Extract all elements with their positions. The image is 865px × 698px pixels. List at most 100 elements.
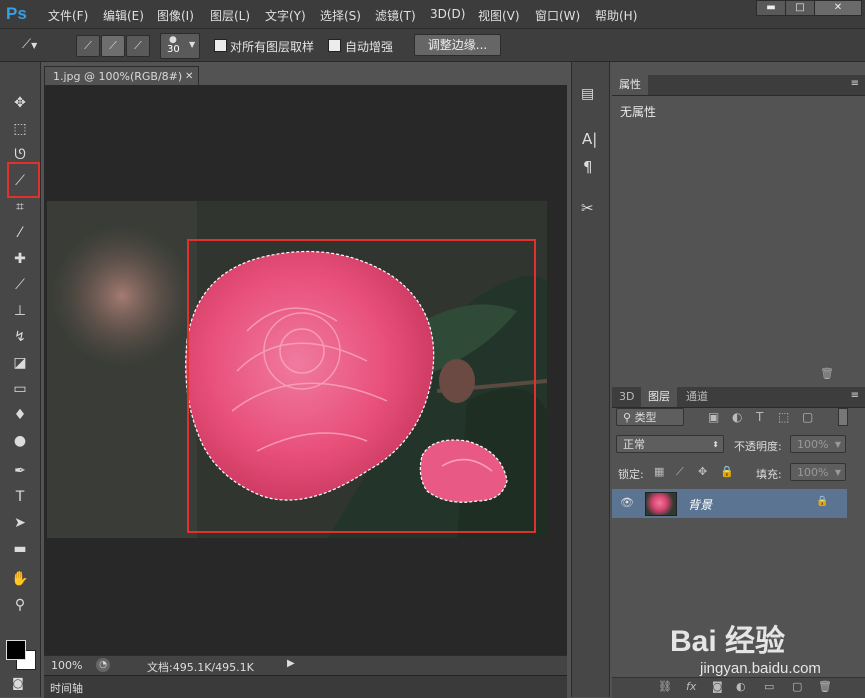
- layer-row-background[interactable]: 👁 背景 🔒: [612, 489, 847, 518]
- gradient-tool-icon[interactable]: ▭: [8, 378, 32, 400]
- paragraph-panel-icon[interactable]: ¶: [583, 158, 601, 178]
- path-selection-tool-icon[interactable]: ➤: [8, 512, 32, 534]
- filter-shape-icon[interactable]: ⬚: [778, 410, 789, 424]
- lock-position-icon[interactable]: ✥: [698, 465, 707, 478]
- close-button[interactable]: ✕: [814, 0, 862, 16]
- menu-image[interactable]: 图像(I): [157, 7, 194, 24]
- eraser-tool-icon[interactable]: ◪: [8, 352, 32, 374]
- tool-preset-picker[interactable]: ⟋▼: [22, 35, 54, 55]
- eye-visibility-icon[interactable]: 👁: [620, 496, 634, 509]
- history-panel-icon[interactable]: ▤: [581, 86, 599, 106]
- brush-tool-icon[interactable]: ⟋: [8, 274, 32, 296]
- lock-transparent-icon[interactable]: ▦: [654, 465, 664, 478]
- panel-dock-strip: ▤ A| ¶ ✂: [571, 62, 610, 697]
- watermark-url: jingyan.baidu.com: [700, 660, 821, 677]
- panel-menu-icon[interactable]: ≡: [851, 390, 859, 401]
- info-icon[interactable]: ◔: [96, 658, 110, 672]
- lock-all-icon[interactable]: 🔒: [720, 465, 734, 478]
- refine-edge-button[interactable]: 调整边缘...: [414, 34, 501, 56]
- menu-file[interactable]: 文件(F): [48, 7, 88, 24]
- foreground-color-swatch[interactable]: [6, 640, 26, 660]
- blur-tool-icon[interactable]: ♦: [8, 404, 32, 426]
- panel-menu-icon[interactable]: ≡: [851, 78, 859, 89]
- menu-filter[interactable]: 滤镜(T): [375, 7, 416, 24]
- dodge-tool-icon[interactable]: ●: [8, 430, 32, 452]
- close-tab-icon[interactable]: ✕: [185, 67, 193, 86]
- auto-enhance-checkbox[interactable]: [328, 39, 341, 52]
- brush-new-icon: ⟋: [84, 39, 92, 52]
- chevron-down-icon: ▼: [834, 468, 841, 477]
- opacity-label: 不透明度:: [734, 440, 782, 453]
- properties-panel: 属性 ≡ 无属性 🗑: [612, 75, 865, 385]
- chevron-icon: ⬍: [712, 440, 719, 449]
- subtract-selection-button[interactable]: ⟋: [126, 35, 150, 57]
- watermark-brand: Bai 经验: [670, 625, 786, 658]
- blend-mode-select[interactable]: 正常 ⬍: [616, 435, 724, 453]
- tab-channels[interactable]: 通道: [679, 387, 715, 407]
- layer-filter-select[interactable]: ⚲ 类型: [616, 408, 684, 426]
- layer-name[interactable]: 背景: [688, 496, 712, 513]
- character-panel-icon[interactable]: A|: [582, 130, 600, 150]
- maximize-button[interactable]: □: [785, 0, 815, 16]
- chevron-down-icon: ▼: [189, 40, 196, 49]
- new-selection-button[interactable]: ⟋: [76, 35, 100, 57]
- sample-all-layers-label: 对所有图层取样: [230, 40, 315, 54]
- baidu-watermark: Bai 经验 jingyan.baidu.com: [640, 600, 860, 690]
- filter-smart-object-icon[interactable]: ▢: [802, 410, 813, 424]
- trash-icon[interactable]: 🗑: [820, 367, 834, 380]
- menu-view[interactable]: 视图(V): [478, 7, 520, 24]
- filter-type-icon[interactable]: T: [756, 410, 763, 424]
- menu-help[interactable]: 帮助(H): [595, 7, 637, 24]
- filter-adjustment-icon[interactable]: ◐: [732, 410, 742, 424]
- layer-lock-icon: 🔒: [816, 496, 829, 507]
- fill-field[interactable]: 100% ▼: [790, 463, 846, 481]
- menu-type[interactable]: 文字(Y): [265, 7, 306, 24]
- brush-size-value: 30: [167, 44, 180, 55]
- menu-edit[interactable]: 编辑(E): [103, 7, 144, 24]
- document-tab[interactable]: 1.jpg @ 100%(RGB/8#) ✕: [44, 66, 199, 85]
- marquee-tool-icon[interactable]: ⬚: [8, 118, 32, 140]
- tab-3d[interactable]: 3D: [612, 387, 641, 407]
- menu-select[interactable]: 选择(S): [320, 7, 361, 24]
- history-brush-tool-icon[interactable]: ↯: [8, 326, 32, 348]
- rectangle-tool-icon[interactable]: ▬: [8, 538, 32, 560]
- layer-thumbnail: [645, 492, 677, 516]
- sample-all-layers-checkbox[interactable]: [214, 39, 227, 52]
- selection-highlight-box: [187, 239, 536, 533]
- menu-window[interactable]: 窗口(W): [535, 7, 580, 24]
- options-bar: ⟋▼ ⟋ ⟋ ⟋ ● 30 ▼ 对所有图层取样 自动增强 调整边缘...: [0, 29, 865, 62]
- tab-layers[interactable]: 图层: [641, 387, 677, 407]
- move-tool-icon[interactable]: ✥: [8, 92, 32, 114]
- minimize-button[interactable]: ▬: [756, 0, 786, 16]
- type-tool-icon[interactable]: T: [8, 486, 32, 508]
- clone-stamp-tool-icon[interactable]: ⊥: [8, 300, 32, 322]
- eyedropper-tool-icon[interactable]: ⁄: [8, 222, 32, 244]
- tab-properties[interactable]: 属性: [612, 75, 648, 95]
- crop-tool-icon[interactable]: ⌗: [8, 196, 32, 218]
- menu-3d[interactable]: 3D(D): [430, 7, 465, 21]
- filter-image-icon[interactable]: ▣: [708, 410, 719, 424]
- zoom-tool-icon[interactable]: ⚲: [8, 594, 32, 616]
- timeline-label[interactable]: 时间轴: [50, 680, 83, 696]
- document-size: 文档:495.1K/495.1K: [147, 661, 254, 674]
- pen-tool-icon[interactable]: ✒: [8, 460, 32, 482]
- lock-label: 锁定:: [618, 468, 644, 481]
- brush-size-picker[interactable]: ● 30 ▼: [160, 33, 200, 59]
- filter-toggle[interactable]: [838, 408, 848, 426]
- lock-image-icon[interactable]: ⟋: [676, 465, 684, 479]
- zoom-level[interactable]: 100%: [51, 659, 82, 672]
- timeline-panel: 时间轴: [44, 675, 567, 698]
- tool-presets-icon[interactable]: ✂: [581, 199, 601, 219]
- healing-brush-tool-icon[interactable]: ✚: [8, 248, 32, 270]
- quick-mask-icon[interactable]: ◙: [6, 672, 30, 694]
- opacity-field[interactable]: 100% ▼: [790, 435, 846, 453]
- layers-tabbar: 3D 图层 通道 ≡: [612, 387, 865, 408]
- tool-highlight-box: [7, 162, 40, 198]
- menu-bar: Ps 文件(F) 编辑(E) 图像(I) 图层(L) 文字(Y) 选择(S) 滤…: [0, 0, 865, 29]
- fill-label: 填充:: [756, 468, 782, 481]
- blend-mode-value: 正常: [623, 438, 645, 451]
- hand-tool-icon[interactable]: ✋: [8, 568, 32, 590]
- status-menu-arrow-icon[interactable]: ▶: [287, 658, 295, 669]
- add-selection-button[interactable]: ⟋: [101, 35, 125, 57]
- menu-layer[interactable]: 图层(L): [210, 7, 250, 24]
